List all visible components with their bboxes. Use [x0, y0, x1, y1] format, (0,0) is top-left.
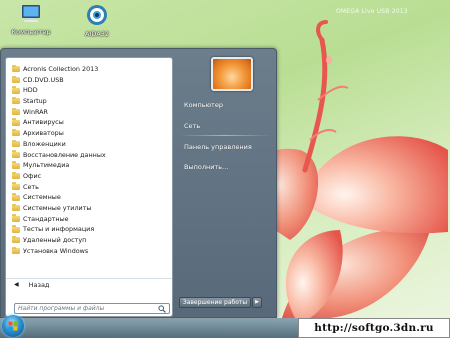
computer-icon	[22, 5, 40, 22]
program-item[interactable]: Архиваторы	[6, 128, 172, 139]
menu-item-control-panel[interactable]: Панель управления	[184, 143, 252, 151]
folder-icon	[12, 246, 20, 255]
program-item[interactable]: Тесты и информация	[6, 224, 172, 235]
search-icon	[158, 305, 166, 313]
back-label: Назад	[28, 280, 50, 289]
program-item[interactable]: Мультимедиа	[6, 160, 172, 171]
folder-icon	[12, 235, 20, 244]
shutdown-options-button[interactable]: ▶	[252, 297, 262, 308]
folder-icon	[12, 193, 20, 201]
programs-pane: Acronis Collection 2013 CD.DVD.USB HDD S…	[5, 57, 173, 317]
program-item[interactable]: Системные	[6, 192, 172, 203]
folder-icon	[12, 171, 20, 180]
program-item[interactable]: Восстановление данных	[6, 150, 172, 161]
menu-item-computer[interactable]: Компьютер	[184, 101, 223, 109]
folder-icon	[12, 150, 20, 158]
shutdown-button[interactable]: Завершение работы	[179, 297, 251, 308]
desktop-icon-label: AIDA32	[85, 30, 109, 38]
folder-icon	[12, 107, 20, 116]
back-arrow-icon: ◀	[14, 281, 19, 288]
folder-icon	[12, 96, 20, 105]
folder-icon	[12, 86, 20, 94]
chevron-right-icon: ▶	[255, 299, 259, 305]
programs-list: Acronis Collection 2013 CD.DVD.USB HDD S…	[6, 64, 172, 256]
back-button[interactable]: ◀ Назад	[6, 278, 172, 290]
start-menu: Acronis Collection 2013 CD.DVD.USB HDD S…	[0, 48, 277, 318]
program-item[interactable]: WinRAR	[6, 107, 172, 118]
search-input[interactable]	[18, 305, 158, 312]
program-item[interactable]: CD.DVD.USB	[6, 75, 172, 86]
program-item[interactable]: HDD	[6, 85, 172, 96]
program-item[interactable]: Startup	[6, 96, 172, 107]
folder-icon	[12, 214, 20, 222]
folder-icon	[12, 225, 20, 233]
folder-icon	[12, 161, 20, 169]
program-item[interactable]: Стандартные	[6, 214, 172, 225]
user-picture[interactable]	[211, 57, 253, 91]
folder-icon	[12, 64, 20, 73]
menu-item-network[interactable]: Сеть	[184, 122, 200, 130]
menu-item-run[interactable]: Выполнить...	[184, 163, 228, 171]
folder-icon	[12, 203, 20, 212]
program-item[interactable]: Антивирусы	[6, 117, 172, 128]
start-button[interactable]	[2, 315, 24, 337]
program-item[interactable]: Офис	[6, 171, 172, 182]
folder-icon	[12, 139, 20, 148]
desktop-icon-aida[interactable]: AIDA32	[72, 4, 122, 38]
search-box[interactable]	[14, 303, 170, 314]
program-item[interactable]: Acronis Collection 2013	[6, 64, 172, 75]
aida-icon	[87, 5, 107, 25]
desktop-icon-label: Компьютер	[11, 28, 51, 36]
folder-icon	[12, 118, 20, 126]
program-item[interactable]: Сеть	[6, 182, 172, 193]
windows-logo-icon	[8, 321, 18, 331]
folder-icon	[12, 75, 20, 84]
program-item[interactable]: Вложенцики	[6, 139, 172, 150]
folder-icon	[12, 182, 20, 190]
wallpaper-watermark: OMEGA Live USB 2013	[336, 8, 408, 15]
menu-separator	[179, 135, 271, 136]
folder-icon	[12, 128, 20, 137]
program-item[interactable]: Системные утилиты	[6, 203, 172, 214]
program-item[interactable]: Установка Windows	[6, 246, 172, 257]
desktop-icon-computer[interactable]: Компьютер	[6, 4, 56, 36]
program-item[interactable]: Удаленный доступ	[6, 235, 172, 246]
site-url-banner: http://softgo.3dn.ru	[298, 318, 450, 338]
